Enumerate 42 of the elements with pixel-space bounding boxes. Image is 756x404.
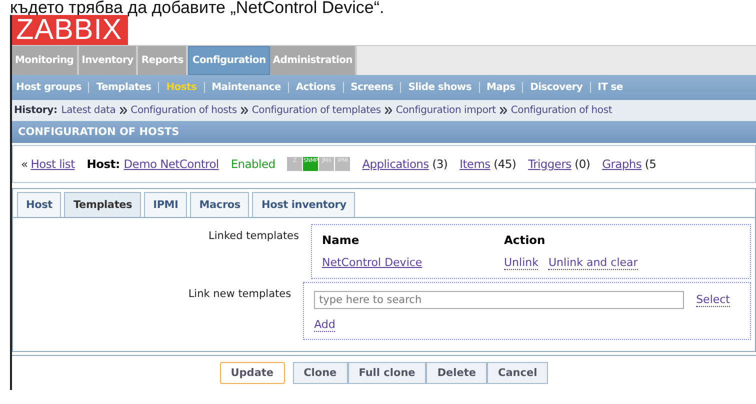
column-header: Action <box>504 233 546 247</box>
chevron-icon <box>240 107 248 114</box>
page-title: CONFIGURATION OF HOSTS <box>12 121 756 143</box>
chevron-icon <box>384 107 392 114</box>
chevron-icon <box>500 107 507 114</box>
count-link[interactable]: Graphs (5 <box>602 157 656 171</box>
history-link[interactable]: Configuration of hosts <box>130 105 237 116</box>
template-link[interactable]: NetControl Device <box>322 256 422 269</box>
form-button[interactable]: Cancel <box>487 362 548 384</box>
host-list-link[interactable]: Host list <box>30 157 75 171</box>
form-button[interactable]: Clone <box>292 362 348 384</box>
caption-text: където трябва да добавите „NetControl Device“. <box>9 0 386 15</box>
action-link[interactable]: Unlink and clear <box>548 256 638 270</box>
host-name-link[interactable]: Demo NetControl <box>124 157 219 171</box>
history-label: History: <box>14 105 58 116</box>
action-link[interactable]: Unlink <box>504 256 538 270</box>
select-link[interactable]: Select <box>696 293 730 307</box>
zabbix-logo: ZABBIX <box>12 15 128 45</box>
form-button[interactable]: Full clone <box>348 362 426 384</box>
add-link[interactable]: Add <box>314 318 336 332</box>
chevron-icon <box>120 107 127 114</box>
back-chevron: « <box>21 157 28 171</box>
field-label: Linked templates <box>208 229 300 244</box>
status-text: Enabled <box>230 157 276 171</box>
history-link[interactable]: Configuration of host <box>510 105 612 116</box>
form-tab[interactable]: Host inventory <box>252 192 356 217</box>
form-tab[interactable]: IPMI <box>144 192 188 217</box>
search-field[interactable]: type here to search <box>314 291 684 309</box>
column-header: Name <box>322 233 360 247</box>
form-button[interactable]: Delete <box>426 362 488 384</box>
count-link[interactable]: Applications (3) <box>362 157 448 171</box>
field-label: Link new templates <box>187 287 292 302</box>
history-link[interactable]: Configuration of templates <box>252 105 381 116</box>
form-tab[interactable]: Host <box>17 192 62 217</box>
form-tab[interactable]: Macros <box>190 192 250 217</box>
history-link[interactable]: Latest data <box>61 105 116 116</box>
count-link[interactable]: Triggers (0) <box>528 157 590 171</box>
history-link[interactable]: Configuration import <box>396 105 496 116</box>
form-tab[interactable]: Templates <box>64 192 142 217</box>
host-label: Host: <box>86 157 120 171</box>
count-link[interactable]: Items (45) <box>460 157 516 171</box>
form-button[interactable]: Update <box>220 362 285 384</box>
